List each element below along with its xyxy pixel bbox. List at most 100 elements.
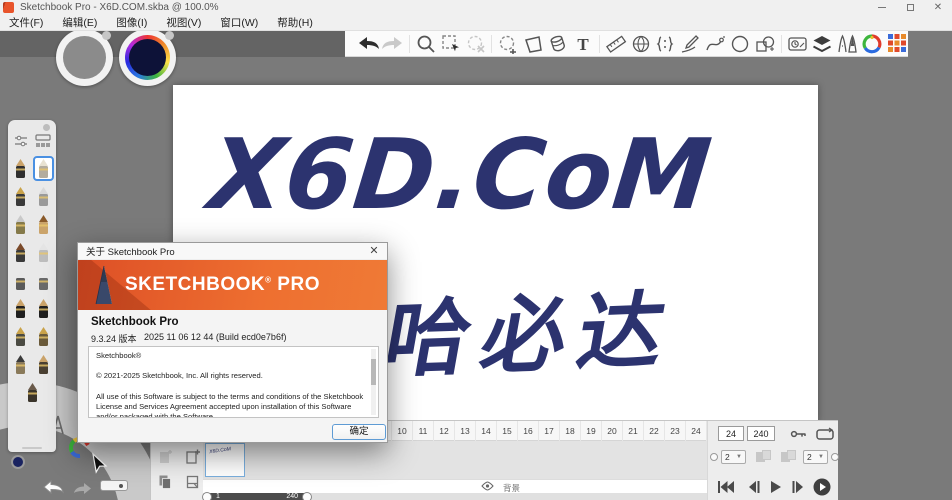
dialog-close-icon[interactable]: ✕ [361, 243, 387, 260]
lagoon-slider[interactable] [100, 480, 128, 491]
timeline-scrollbar[interactable]: 1 240 [203, 493, 707, 500]
color-puck[interactable] [119, 29, 176, 86]
add-selection-icon[interactable] [497, 33, 519, 55]
redo-arrow-icon[interactable] [70, 482, 94, 496]
frame-number[interactable]: 14 [476, 421, 497, 441]
brush-item[interactable] [10, 324, 31, 349]
onion-after-toggle[interactable] [831, 453, 839, 461]
step-forward-icon[interactable] [788, 477, 808, 497]
background-layer-row[interactable]: 背景 [203, 479, 707, 493]
frame-number[interactable]: 10 [392, 421, 413, 441]
select-icon[interactable] [440, 33, 462, 55]
add-frame-icon[interactable] [157, 447, 175, 465]
brush-item[interactable] [33, 212, 54, 237]
license-text-box[interactable]: Sketchbook®© 2021-2025 Sketchbook, Inc. … [88, 346, 379, 418]
frame-number[interactable]: 22 [644, 421, 665, 441]
play-circle-icon[interactable] [812, 477, 832, 497]
onion-before-toggle[interactable] [710, 453, 718, 461]
ellipse-icon[interactable] [729, 33, 751, 55]
menu-item[interactable]: 帮助(H) [277, 15, 313, 30]
brush-library-icon[interactable] [35, 134, 51, 148]
frame-number[interactable]: 19 [581, 421, 602, 441]
brush-item[interactable] [10, 268, 31, 293]
panel-resize-grip[interactable] [22, 447, 42, 449]
color-puck-core[interactable] [129, 39, 166, 76]
ruler-icon[interactable] [605, 33, 627, 55]
frame-number[interactable]: 17 [539, 421, 560, 441]
zoom-icon[interactable] [415, 33, 437, 55]
duplicate-frame-icon[interactable] [157, 473, 175, 491]
shapes-icon[interactable] [754, 33, 776, 55]
brush-size-puck[interactable] [56, 29, 113, 86]
brush-settings-icon[interactable] [13, 134, 29, 148]
undo-arrow-icon[interactable] [40, 478, 68, 496]
brush-item[interactable] [33, 324, 54, 349]
perspective-icon[interactable] [630, 33, 652, 55]
menu-item[interactable]: 图像(I) [116, 15, 147, 30]
split-frame-icon[interactable] [184, 473, 202, 491]
minimize-button[interactable] [868, 0, 896, 15]
add-frame-after-icon[interactable] [184, 447, 202, 465]
frame-number[interactable]: 24 [686, 421, 707, 441]
layers-icon[interactable] [812, 33, 834, 55]
onion-skin-after-icon[interactable] [781, 450, 797, 463]
license-scrollbar[interactable] [371, 349, 376, 415]
undo-icon[interactable] [357, 33, 379, 55]
frame-number[interactable]: 16 [518, 421, 539, 441]
transform-icon[interactable] [522, 33, 544, 55]
frame-number[interactable]: 21 [623, 421, 644, 441]
deselect-icon[interactable] [465, 33, 487, 55]
color-wheel-icon[interactable] [861, 33, 883, 55]
brush-item[interactable] [22, 380, 43, 405]
puck-handle-dot[interactable] [102, 31, 111, 40]
brush-item[interactable] [10, 296, 31, 321]
total-frames-input[interactable] [747, 426, 775, 441]
brush-item[interactable] [10, 240, 31, 265]
menu-item[interactable]: 编辑(E) [62, 15, 97, 30]
onion-skin-before-icon[interactable] [756, 450, 772, 463]
maximize-button[interactable] [896, 0, 924, 15]
range-end-handle[interactable] [302, 492, 312, 500]
redo-icon[interactable] [382, 33, 404, 55]
frame-number[interactable]: 18 [560, 421, 581, 441]
frame-number[interactable]: 23 [665, 421, 686, 441]
keyframe-icon[interactable] [790, 427, 808, 441]
onion-after-count[interactable]: 2▼ [803, 450, 828, 464]
timeline-range-bar[interactable]: 1 240 [204, 493, 310, 500]
puck-handle-dot[interactable] [165, 31, 174, 40]
layer-visibility-eye-icon[interactable] [481, 481, 494, 491]
brush-item[interactable] [33, 240, 54, 265]
brush-item[interactable] [10, 156, 31, 181]
brush-item[interactable] [10, 352, 31, 377]
frame-number[interactable]: 12 [434, 421, 455, 441]
ok-button[interactable]: 确定 [332, 424, 386, 440]
frame-thumbnail[interactable]: X6D.CoM [205, 443, 245, 477]
brush-item[interactable] [33, 184, 54, 209]
pencil-pair-icon[interactable] [836, 33, 858, 55]
panel-handle-dot[interactable] [43, 124, 50, 131]
frame-number[interactable]: 15 [497, 421, 518, 441]
brush-item[interactable] [33, 352, 54, 377]
frame-number[interactable]: 20 [602, 421, 623, 441]
brush-item[interactable] [33, 268, 54, 293]
current-color-swatch[interactable] [11, 455, 25, 469]
curve-icon[interactable] [704, 33, 726, 55]
close-button[interactable]: ✕ [924, 0, 952, 15]
stroke-icon[interactable] [679, 33, 701, 55]
timeline-frames[interactable]: X6D.CoM [203, 441, 707, 479]
symmetry-icon[interactable] [655, 33, 677, 55]
frame-number[interactable]: 11 [413, 421, 434, 441]
play-icon[interactable] [766, 477, 786, 497]
menu-item[interactable]: 窗口(W) [220, 15, 258, 30]
range-start-handle[interactable] [202, 492, 212, 500]
brush-item[interactable] [10, 184, 31, 209]
skip-start-icon[interactable] [716, 477, 736, 497]
timelapse-icon[interactable] [787, 33, 809, 55]
brush-item[interactable] [33, 156, 54, 181]
frame-number[interactable]: 13 [455, 421, 476, 441]
menu-item[interactable]: 视图(V) [166, 15, 201, 30]
onion-before-count[interactable]: 2▼ [721, 450, 746, 464]
loop-icon[interactable] [816, 427, 834, 441]
fill-icon[interactable] [547, 33, 569, 55]
current-frame-input[interactable] [718, 426, 744, 441]
